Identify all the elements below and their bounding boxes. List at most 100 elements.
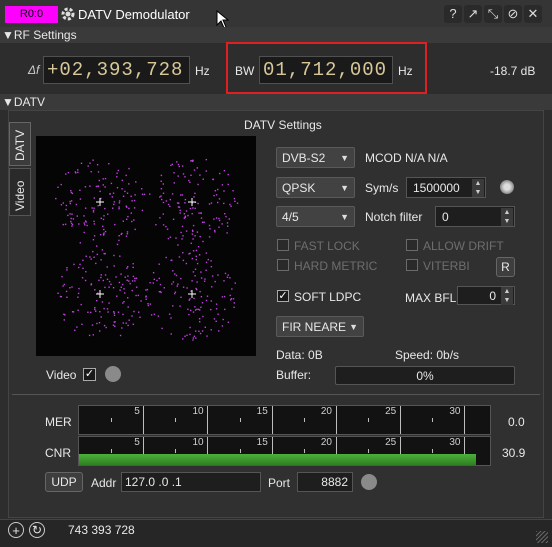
constellation-point (78, 266, 80, 269)
spin-up-icon[interactable]: ▲ (501, 287, 513, 296)
modulation-select[interactable]: QPSK ▼ (276, 177, 355, 198)
shrink-button[interactable]: ⤡ (484, 5, 502, 23)
notch-spinbox[interactable]: 0 ▲ ▼ (435, 206, 515, 227)
constellation-point (108, 302, 110, 304)
gear-icon[interactable] (59, 5, 77, 23)
resize-grip-icon[interactable] (536, 531, 548, 543)
constellation-point (118, 202, 121, 204)
spin-up-icon[interactable]: ▲ (472, 179, 484, 188)
constellation-point (194, 192, 196, 195)
reset-button[interactable]: R (496, 257, 515, 277)
constellation-point (89, 185, 91, 187)
soft-ldpc-checkbox[interactable]: ✓ (277, 290, 289, 302)
constellation-point (177, 163, 180, 166)
constellation-point (222, 318, 224, 321)
constellation-point (95, 262, 97, 265)
constellation-point (198, 318, 201, 320)
constellation-point (116, 295, 118, 297)
constellation-point (70, 200, 73, 202)
close-button[interactable]: ✕ (524, 5, 542, 23)
constellation-point (215, 320, 217, 322)
filter-select[interactable]: FIR NEARE ▼ (276, 316, 364, 337)
constellation-point (193, 335, 196, 337)
constellation-point (214, 190, 217, 192)
constellation-point (97, 205, 99, 207)
fec-select[interactable]: 4/5 ▼ (276, 206, 355, 227)
constellation-point (124, 292, 126, 294)
udp-port-input[interactable]: 8882 (297, 472, 353, 492)
constellation-point (122, 220, 124, 222)
constellation-point (145, 289, 147, 291)
constellation-point (205, 252, 208, 254)
fast-lock-checkbox[interactable] (277, 239, 289, 251)
constellation-point (93, 197, 95, 199)
constellation-point (121, 188, 123, 190)
constellation-point (132, 275, 135, 278)
gauge-minor-tick (175, 449, 177, 453)
rf-settings-header[interactable]: ▼RF Settings (0, 27, 552, 43)
constellation-point (218, 217, 220, 220)
constellation-point (221, 223, 223, 225)
gauge-major-tick (271, 406, 273, 434)
constellation-point (200, 306, 202, 308)
constellation-point (61, 275, 63, 278)
video-checkbox[interactable]: ✓ (83, 368, 96, 381)
move-to-workspace-button[interactable]: ↗ (464, 5, 482, 23)
gauge-minor-tick (367, 449, 369, 453)
delta-frequency-dial[interactable]: +02,393,728 (43, 56, 190, 84)
constellation-point (180, 194, 182, 196)
tab-video[interactable]: Video (9, 168, 31, 216)
constellation-point (163, 287, 165, 289)
max-bfl-spinbox[interactable]: 0 ▲ ▼ (457, 286, 515, 305)
export-icon: ↗ (467, 6, 479, 21)
constellation-point (192, 337, 195, 339)
constellation-point (125, 235, 128, 237)
tab-datv[interactable]: DATV (9, 122, 31, 166)
hide-button[interactable]: ⊘ (504, 5, 522, 23)
constellation-marker (188, 290, 196, 298)
symrate-spinbox[interactable]: 1500000 ▲ ▼ (406, 177, 486, 198)
datv-header[interactable]: ▼DATV (0, 94, 552, 110)
add-icon[interactable]: + (8, 522, 24, 538)
udp-address-input[interactable]: 127.0 .0 .1 (121, 472, 261, 492)
bandwidth-dial[interactable]: 01,712,000 (259, 56, 393, 84)
constellation-point (123, 301, 125, 303)
constellation-point (62, 285, 64, 287)
constellation-point (124, 276, 126, 278)
constellation-marker (96, 198, 104, 206)
channel-badge[interactable]: R0:0 (5, 6, 58, 23)
constellation-point (65, 208, 67, 211)
constellation-point (147, 303, 149, 305)
standard-select[interactable]: DVB-S2 ▼ (276, 147, 355, 168)
constellation-point (177, 283, 179, 285)
help-button[interactable]: ? (444, 5, 462, 23)
constellation-point (126, 206, 128, 208)
udp-button[interactable]: UDP (45, 472, 83, 492)
constellation-point (179, 212, 181, 214)
constellation-point (128, 280, 130, 282)
constellation-point (224, 213, 226, 215)
constellation-point (199, 321, 201, 323)
spin-down-icon[interactable]: ▼ (472, 188, 484, 197)
constellation-point (177, 175, 179, 177)
constellation-point (196, 231, 199, 233)
allow-drift-checkbox[interactable] (406, 239, 418, 251)
refresh-icon[interactable]: ↻ (29, 522, 45, 538)
constellation-point (119, 289, 121, 291)
spin-up-icon[interactable]: ▲ (501, 208, 513, 217)
constellation-point (67, 171, 70, 174)
hard-metric-checkbox[interactable] (277, 259, 289, 271)
constellation-point (180, 296, 182, 298)
constellation-point (70, 217, 72, 220)
constellation-point (201, 330, 204, 332)
constellation-point (231, 288, 233, 290)
constellation-point (102, 233, 105, 235)
spin-down-icon[interactable]: ▼ (501, 296, 513, 305)
spin-down-icon[interactable]: ▼ (501, 217, 513, 226)
symrate-dial-icon[interactable] (500, 180, 514, 194)
constellation-point (113, 254, 115, 257)
viterbi-checkbox[interactable] (406, 259, 418, 271)
constellation-point (63, 319, 65, 321)
constellation-point (122, 302, 124, 304)
constellation-point (146, 288, 149, 291)
